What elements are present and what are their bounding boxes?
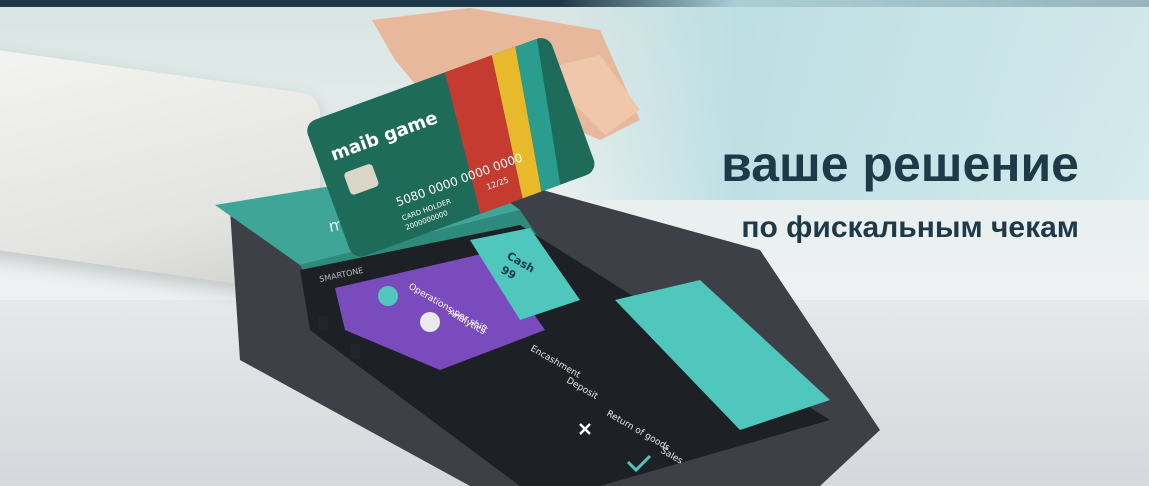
operations-icon (378, 286, 398, 306)
headline: ваше решение (721, 136, 1079, 192)
port-icon (350, 344, 360, 358)
card-slot-icon (318, 316, 328, 330)
subheadline: по фискальным чекам (741, 211, 1079, 244)
promo-banner: maib Operations per shift Analytics Cash… (0, 0, 1149, 486)
analytics-icon (420, 312, 440, 332)
